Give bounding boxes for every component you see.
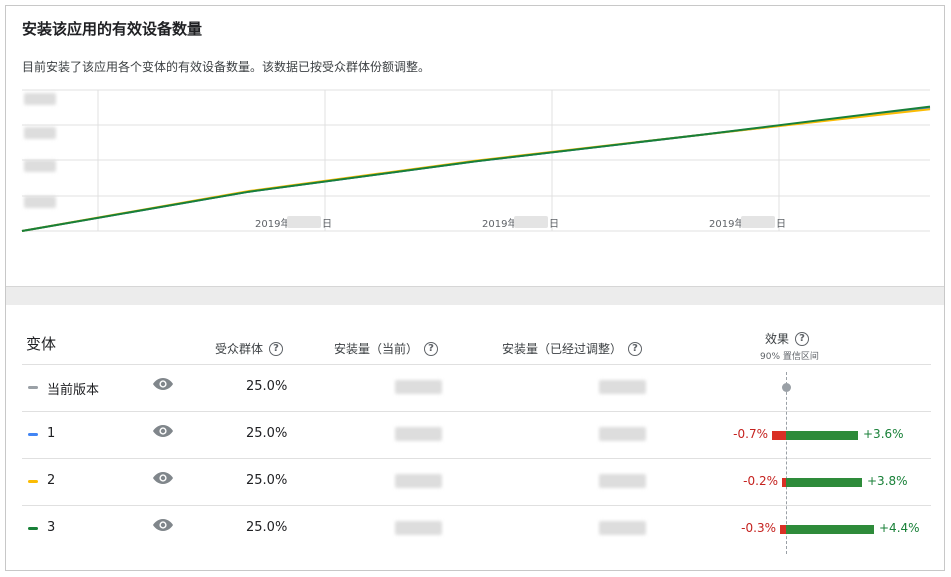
- ci-bar-negative: [772, 431, 786, 440]
- installs-adjusted-redacted: [599, 427, 646, 441]
- installs-adjusted-redacted: [599, 521, 646, 535]
- y-axis-label-redacted: [24, 93, 56, 105]
- series-line: [21, 107, 931, 232]
- column-header-installs-current: 安装量（当前） ?: [334, 340, 439, 357]
- x-tick-suffix: 日: [776, 219, 786, 230]
- x-tick-redacted: [514, 216, 548, 228]
- variant-label: 2: [47, 473, 56, 488]
- audience-share: 25.0%: [246, 473, 288, 488]
- ci-bar-positive: [786, 431, 858, 440]
- effect-baseline-dot: [782, 383, 791, 392]
- series-line: [21, 106, 931, 232]
- y-axis-label-redacted: [24, 160, 56, 172]
- y-axis-label-redacted: [24, 127, 56, 139]
- audience-share: 25.0%: [246, 426, 288, 441]
- column-header-audience: 受众群体 ?: [215, 340, 284, 357]
- x-tick-label: 2019年: [709, 217, 744, 230]
- y-axis-label-redacted: [24, 196, 56, 208]
- ci-upper-bound: +3.6%: [863, 427, 904, 441]
- variant-color-swatch: [28, 433, 38, 436]
- column-header-installs-adjusted-label: 安装量（已经过调整）: [502, 342, 623, 356]
- help-icon[interactable]: ?: [628, 341, 643, 356]
- help-icon[interactable]: ?: [269, 341, 284, 356]
- help-icon[interactable]: ?: [795, 331, 810, 346]
- variant-color-swatch: [28, 527, 38, 530]
- visibility-eye-icon[interactable]: [152, 517, 174, 536]
- column-header-variant: 变体: [26, 335, 57, 353]
- help-icon[interactable]: ?: [424, 341, 439, 356]
- installs-current-redacted: [395, 380, 442, 394]
- installs-current-redacted: [395, 427, 442, 441]
- audience-share: 25.0%: [246, 379, 288, 394]
- section-divider: [6, 286, 944, 305]
- column-header-effect: 效果 ?: [765, 330, 810, 347]
- ci-bar-positive: [786, 478, 862, 487]
- variant-color-swatch: [28, 480, 38, 483]
- column-header-audience-label: 受众群体: [215, 342, 264, 356]
- audience-share: 25.0%: [246, 520, 288, 535]
- installs-chart: 2019年 日 2019年 日 2019年 日: [0, 0, 951, 290]
- x-tick-suffix: 日: [549, 219, 559, 230]
- installs-current-redacted: [395, 474, 442, 488]
- installs-adjusted-redacted: [599, 474, 646, 488]
- x-tick-label: 2019年: [255, 217, 290, 230]
- ci-lower-bound: -0.3%: [741, 521, 776, 535]
- installs-current-redacted: [395, 521, 442, 535]
- x-tick-suffix: 日: [322, 219, 332, 230]
- ci-upper-bound: +4.4%: [879, 521, 920, 535]
- column-header-installs-adjusted: 安装量（已经过调整） ?: [502, 340, 643, 357]
- column-header-installs-current-label: 安装量（当前）: [334, 342, 419, 356]
- table-row: [0, 365, 951, 411]
- x-tick-label: 2019年: [482, 217, 517, 230]
- visibility-eye-icon[interactable]: [152, 423, 174, 442]
- ci-upper-bound: +3.8%: [867, 474, 908, 488]
- column-header-effect-label: 效果: [765, 332, 790, 346]
- x-tick-redacted: [287, 216, 321, 228]
- ci-lower-bound: -0.2%: [743, 474, 778, 488]
- installs-adjusted-redacted: [599, 380, 646, 394]
- series-line: [21, 108, 931, 232]
- ci-lower-bound: -0.7%: [733, 427, 768, 441]
- variant-label: 当前版本: [47, 383, 100, 398]
- variant-label: 3: [47, 520, 56, 535]
- column-header-effect-subtitle: 90% 置信区间: [760, 352, 819, 362]
- x-tick-redacted: [741, 216, 775, 228]
- chart-canvas: 2019年 日 2019年 日 2019年 日: [21, 89, 931, 232]
- visibility-eye-icon[interactable]: [152, 376, 174, 395]
- variant-color-swatch: [28, 386, 38, 389]
- ci-bar-positive: [786, 525, 874, 534]
- visibility-eye-icon[interactable]: [152, 470, 174, 489]
- variant-label: 1: [47, 426, 56, 441]
